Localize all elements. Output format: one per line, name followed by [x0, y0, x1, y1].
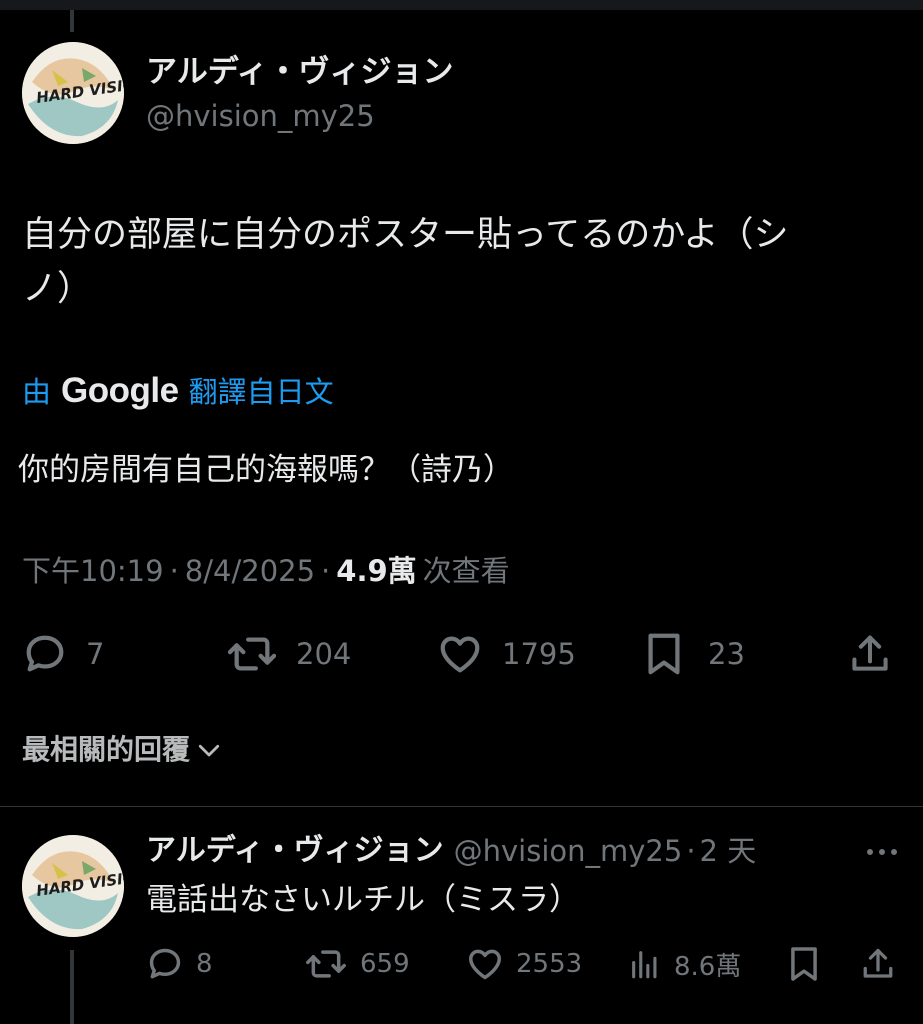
reply-display-name[interactable]: アルディ・ヴィジョン [146, 830, 444, 872]
analytics-icon [632, 951, 657, 979]
thread-line-bottom [70, 950, 74, 1024]
share-icon [852, 635, 888, 671]
views-label: 次查看 [422, 554, 510, 588]
reply-handle[interactable]: @hvision_my25 [454, 830, 683, 872]
avatar[interactable]: HARD VISION [22, 42, 124, 144]
more-icon [867, 849, 897, 855]
tweet-time[interactable]: 下午10:19 [22, 550, 164, 592]
retweet-button[interactable]: 204 [226, 630, 351, 678]
tweet-text: 自分の部屋に自分のポスター貼ってるのかよ（シ ノ） [22, 208, 902, 316]
reply-text: 電話出なさいルチル（ミスラ） [146, 882, 580, 918]
views-count: 4.9萬 [336, 554, 417, 588]
bookmark-icon [648, 633, 680, 675]
bookmark-icon [791, 947, 817, 981]
reply-like-count: 2553 [516, 949, 583, 979]
more-options-button[interactable] [862, 838, 902, 866]
reply-separator: · [686, 834, 696, 868]
reply-header: アルディ・ヴィジョン @hvision_my25 · 2 天 [146, 830, 756, 872]
translation-source-label: 翻譯自日文 [188, 375, 334, 409]
bookmark-count: 23 [708, 637, 745, 671]
reply-retweet-count: 659 [360, 949, 410, 979]
top-strip [0, 0, 923, 10]
translated-text: 你的房間有自己的海報嗎？（詩乃） [18, 452, 514, 488]
google-logo: Google [61, 371, 179, 410]
reply-retweet-button[interactable]: 659 [304, 944, 410, 984]
like-button[interactable]: 1795 [436, 630, 576, 678]
heart-icon [440, 636, 480, 673]
reply-like-button[interactable]: 2553 [466, 944, 582, 984]
sort-replies-dropdown[interactable]: 最相關的回覆 [22, 728, 224, 772]
heart-icon [469, 949, 501, 980]
like-count: 1795 [502, 637, 576, 671]
sort-label: 最相關的回覆 [22, 733, 191, 766]
translation-attribution[interactable]: 由 Google 翻譯自日文 [22, 370, 334, 413]
reply-view-count: 8.6萬 [674, 951, 742, 982]
reply-share-button[interactable] [860, 944, 896, 984]
reply-icon [26, 635, 64, 672]
reply-count: 7 [86, 637, 105, 671]
reply-button[interactable]: 7 [22, 630, 104, 678]
retweet-icon [227, 637, 277, 671]
divider [0, 806, 923, 807]
meta-separator: · [321, 554, 331, 588]
tweet-meta: 下午10:19 · 8/4/2025 · 4.9萬 次查看 [22, 550, 510, 592]
user-handle[interactable]: @hvision_my25 [146, 96, 375, 136]
meta-separator: · [169, 554, 179, 588]
reply-avatar[interactable]: HARD VISION [22, 835, 124, 937]
reply-views-button[interactable]: 8.6萬 [628, 944, 741, 984]
chevron-down-icon [198, 744, 220, 757]
translation-prefix: 由 [22, 375, 52, 409]
reply-reply-count: 8 [196, 949, 213, 979]
bookmark-button[interactable]: 23 [644, 630, 745, 678]
reply-icon [149, 948, 181, 979]
display-name[interactable]: アルディ・ヴィジョン [146, 52, 454, 92]
avatar-logo-icon: HARD VISION [22, 42, 124, 144]
tweet-text-line-2: ノ） [22, 269, 93, 309]
reply-bookmark-button[interactable] [788, 944, 820, 984]
reply-time[interactable]: 2 天 [700, 830, 757, 872]
share-icon [863, 948, 893, 978]
tweet-text-line-1: 自分の部屋に自分のポスター貼ってるのかよ（シ [22, 215, 789, 255]
retweet-count: 204 [296, 637, 352, 671]
share-button[interactable] [848, 630, 892, 678]
tweet-date[interactable]: 8/4/2025 [185, 550, 315, 592]
retweet-icon [306, 950, 346, 978]
reply-reply-button[interactable]: 8 [146, 944, 213, 984]
thread-line-top [70, 10, 74, 32]
avatar-logo-icon: HARD VISION [22, 835, 124, 937]
